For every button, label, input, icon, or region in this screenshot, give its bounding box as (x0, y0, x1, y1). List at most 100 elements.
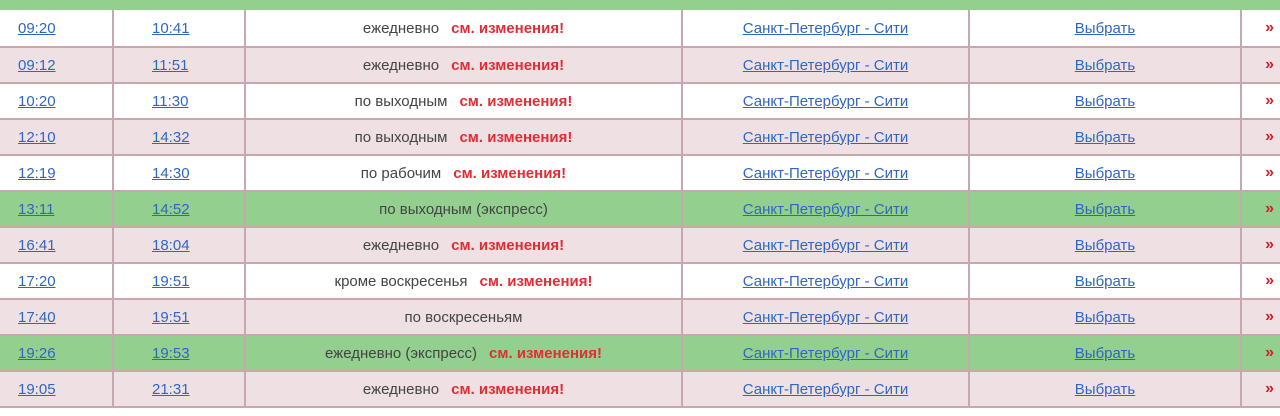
choose-link[interactable]: Выбрать (1075, 381, 1135, 398)
chevron-right-icon[interactable]: » (1265, 308, 1274, 326)
arrival-cell: 19:51 (114, 264, 246, 298)
route-link[interactable]: Санкт-Петербург - Сити (743, 237, 908, 254)
arrival-time-link[interactable]: 14:32 (152, 129, 190, 146)
choose-link[interactable]: Выбрать (1075, 273, 1135, 290)
choose-cell: Выбрать (970, 48, 1242, 82)
chevron-right-icon[interactable]: » (1265, 272, 1274, 290)
chevron-right-icon[interactable]: » (1265, 92, 1274, 110)
arrival-time-link[interactable]: 11:30 (152, 93, 188, 110)
days-text: ежедневно (экспресс) (325, 344, 478, 362)
chevron-right-icon[interactable]: » (1265, 164, 1274, 182)
departure-time-link[interactable]: 10:20 (18, 93, 56, 110)
schedule-days-cell: ежедневно см. изменения! (246, 372, 683, 406)
table-row: 09:12 11:51 ежедневно см. изменения! Санкт-П… (0, 48, 1280, 84)
table-row: 17:40 19:51 по воскресеньям Санкт-Петербург… (0, 300, 1280, 336)
chevron-right-icon[interactable]: » (1265, 128, 1274, 146)
route-link[interactable]: Санкт-Петербург - Сити (743, 345, 908, 362)
choose-link[interactable]: Выбрать (1075, 165, 1135, 182)
schedule-days-cell: кроме воскресенья см. изменения! (246, 264, 683, 298)
arrival-time-link[interactable]: 19:51 (152, 273, 190, 290)
choose-cell: Выбрать (970, 192, 1242, 226)
arrival-cell: 21:31 (114, 372, 246, 406)
chevron-right-icon[interactable]: » (1265, 344, 1274, 362)
schedule-days-cell: по выходным см. изменения! (246, 120, 683, 154)
arrival-time-link[interactable]: 11:51 (152, 57, 188, 74)
schedule-days-cell: по выходным (экспресс) (246, 192, 683, 226)
route-cell: Санкт-Петербург - Сити (683, 192, 970, 226)
route-link[interactable]: Санкт-Петербург - Сити (743, 165, 908, 182)
chevron-right-icon[interactable]: » (1265, 236, 1274, 254)
departure-time-link[interactable]: 09:12 (18, 57, 56, 74)
departure-cell: 12:19 (0, 156, 114, 190)
changes-note: см. изменения! (489, 344, 602, 362)
departure-time-link[interactable]: 12:19 (18, 165, 56, 182)
departure-cell: 13:11 (0, 192, 114, 226)
more-cell: » (1242, 300, 1280, 334)
arrival-time-link[interactable]: 10:41 (152, 20, 190, 37)
arrival-time-link[interactable]: 21:31 (152, 381, 190, 398)
route-link[interactable]: Санкт-Петербург - Сити (743, 20, 908, 37)
arrival-time-link[interactable]: 19:53 (152, 345, 190, 362)
route-link[interactable]: Санкт-Петербург - Сити (743, 57, 908, 74)
changes-note: см. изменения! (451, 236, 565, 254)
departure-cell: 19:26 (0, 336, 114, 370)
table-row: 17:20 19:51 кроме воскресенья см. изменения… (0, 264, 1280, 300)
arrival-time-link[interactable]: 18:04 (152, 237, 190, 254)
choose-link[interactable]: Выбрать (1075, 57, 1135, 74)
choose-link[interactable]: Выбрать (1075, 93, 1135, 110)
choose-link[interactable]: Выбрать (1075, 201, 1135, 218)
departure-cell: 10:20 (0, 84, 114, 118)
departure-time-link[interactable]: 17:20 (18, 273, 56, 290)
schedule-days-cell: ежедневно см. изменения! (246, 48, 683, 82)
choose-link[interactable]: Выбрать (1075, 345, 1135, 362)
more-cell: » (1242, 264, 1280, 298)
route-link[interactable]: Санкт-Петербург - Сити (743, 273, 908, 290)
arrival-time-link[interactable]: 14:52 (152, 201, 190, 218)
choose-link[interactable]: Выбрать (1075, 129, 1135, 146)
choose-link[interactable]: Выбрать (1075, 237, 1135, 254)
departure-time-link[interactable]: 17:40 (18, 309, 56, 326)
days-text: по выходным (354, 92, 448, 110)
departure-time-link[interactable]: 09:20 (18, 20, 56, 37)
departure-cell: 12:10 (0, 120, 114, 154)
schedule-days-cell: по рабочим см. изменения! (246, 156, 683, 190)
route-link[interactable]: Санкт-Петербург - Сити (743, 93, 908, 110)
arrival-time-link[interactable]: 14:30 (152, 165, 190, 182)
more-cell: » (1242, 84, 1280, 118)
table-row: 12:10 14:32 по выходным см. изменения! Санкт… (0, 120, 1280, 156)
departure-time-link[interactable]: 13:11 (18, 201, 54, 218)
choose-link[interactable]: Выбрать (1075, 20, 1135, 37)
route-cell: Санкт-Петербург - Сити (683, 10, 970, 46)
more-cell: » (1242, 10, 1280, 46)
departure-time-link[interactable]: 19:26 (18, 345, 56, 362)
choose-cell: Выбрать (970, 372, 1242, 406)
chevron-right-icon[interactable]: » (1265, 380, 1274, 398)
departure-cell: 16:41 (0, 228, 114, 262)
departure-cell: 09:12 (0, 48, 114, 82)
chevron-right-icon[interactable]: » (1265, 19, 1274, 37)
arrival-cell: 11:30 (114, 84, 246, 118)
table-row: 10:20 11:30 по выходным см. изменения! Санкт… (0, 84, 1280, 120)
departure-time-link[interactable]: 16:41 (18, 237, 56, 254)
route-link[interactable]: Санкт-Петербург - Сити (743, 309, 908, 326)
changes-note: см. изменения! (451, 56, 565, 74)
departure-time-link[interactable]: 19:05 (18, 381, 56, 398)
arrival-cell: 19:53 (114, 336, 246, 370)
arrival-time-link[interactable]: 19:51 (152, 309, 190, 326)
choose-cell: Выбрать (970, 300, 1242, 334)
route-cell: Санкт-Петербург - Сити (683, 300, 970, 334)
chevron-right-icon[interactable]: » (1265, 200, 1274, 218)
changes-note: см. изменения! (451, 19, 565, 37)
table-row: 13:11 14:52 по выходным (экспресс) Санкт-Пе… (0, 192, 1280, 228)
more-cell: » (1242, 228, 1280, 262)
route-link[interactable]: Санкт-Петербург - Сити (743, 381, 908, 398)
days-text: ежедневно (362, 56, 440, 74)
chevron-right-icon[interactable]: » (1265, 56, 1274, 74)
route-link[interactable]: Санкт-Петербург - Сити (743, 129, 908, 146)
route-cell: Санкт-Петербург - Сити (683, 120, 970, 154)
departure-time-link[interactable]: 12:10 (18, 129, 56, 146)
choose-link[interactable]: Выбрать (1075, 309, 1135, 326)
route-link[interactable]: Санкт-Петербург - Сити (743, 201, 908, 218)
choose-cell: Выбрать (970, 264, 1242, 298)
choose-cell: Выбрать (970, 10, 1242, 46)
